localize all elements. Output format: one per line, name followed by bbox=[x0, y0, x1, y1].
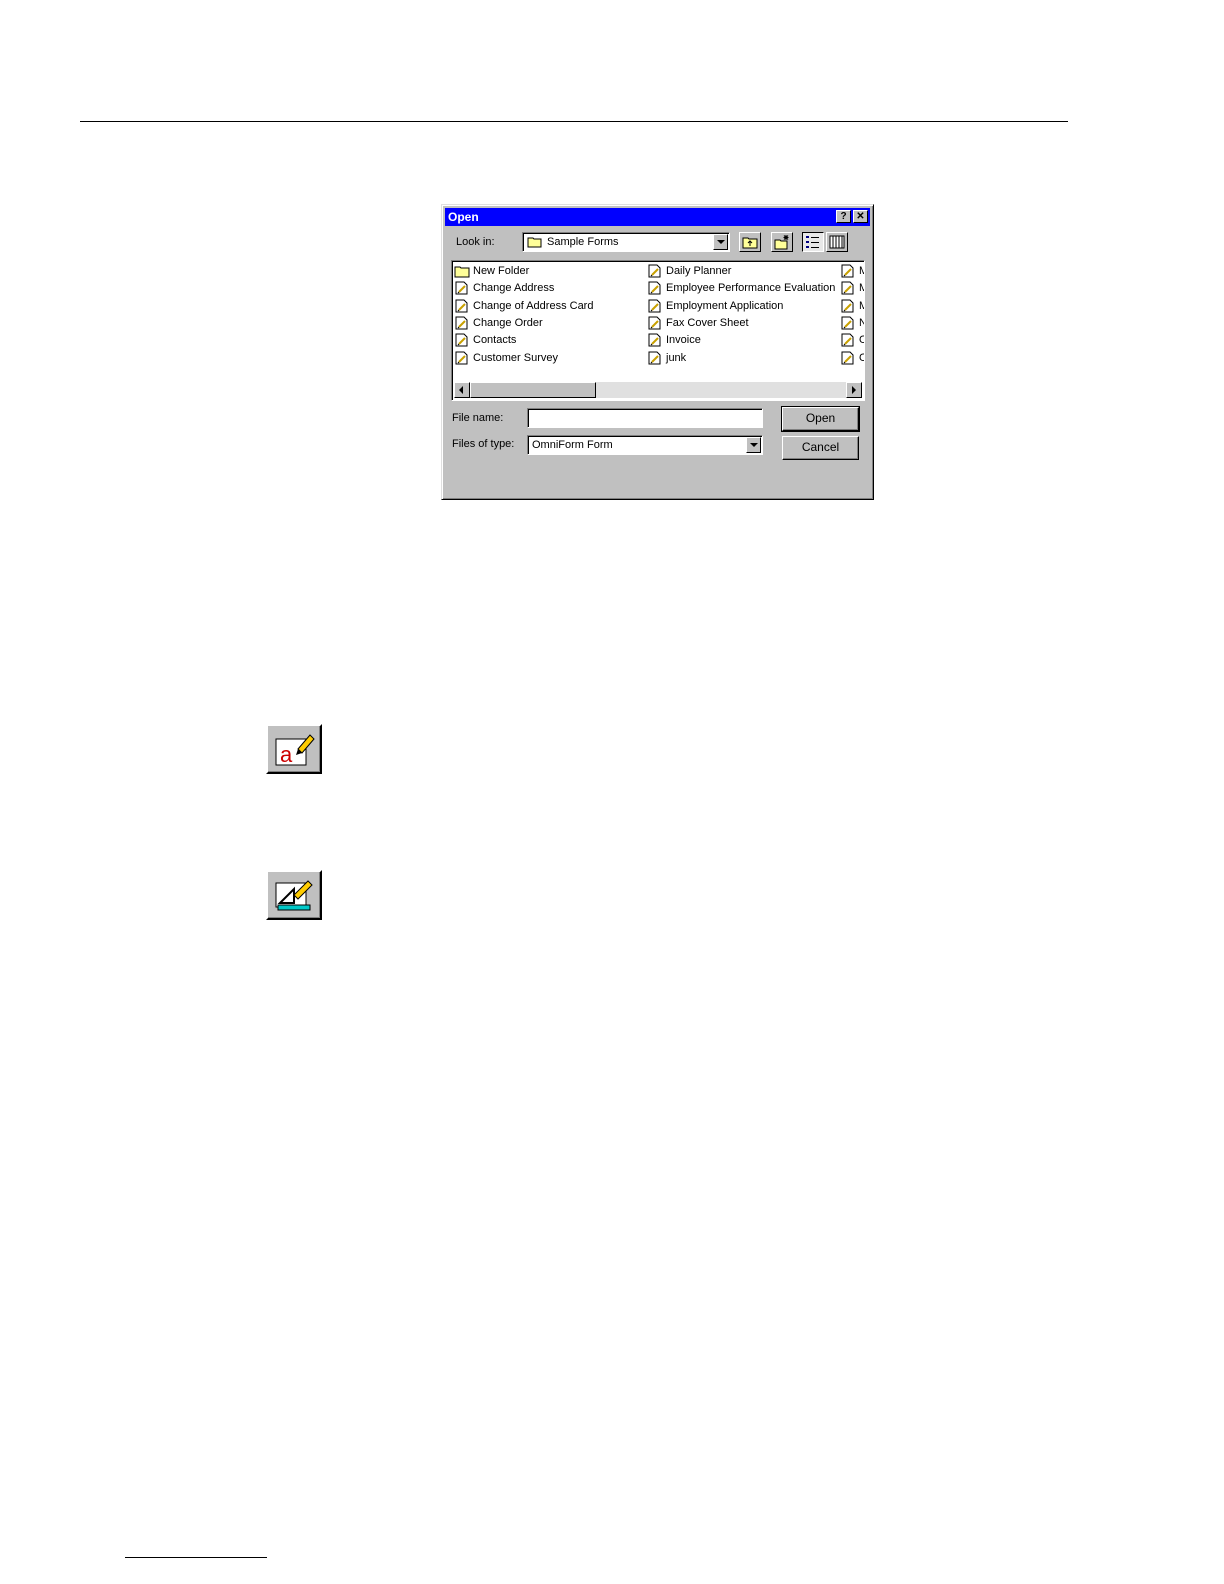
form-document-icon bbox=[648, 351, 661, 364]
form-document-icon bbox=[841, 264, 854, 278]
form-document-icon bbox=[841, 299, 854, 313]
help-button[interactable]: ? bbox=[836, 210, 851, 223]
form-document-icon bbox=[455, 281, 468, 295]
look-in-value: Sample Forms bbox=[547, 236, 619, 248]
bottom-rule bbox=[125, 1557, 267, 1558]
file-name-field[interactable] bbox=[527, 408, 763, 428]
new-folder-button[interactable] bbox=[771, 232, 793, 252]
text-edit-icon: a bbox=[275, 734, 315, 767]
details-view-icon bbox=[829, 235, 845, 249]
file-list[interactable]: New Folder Change Address Change of Addres… bbox=[451, 260, 865, 401]
files-of-type-value: OmniForm Form bbox=[532, 439, 613, 451]
file-name: Employee Performance Evaluation bbox=[666, 282, 836, 295]
folder-icon bbox=[454, 266, 470, 278]
file-name: Contacts bbox=[473, 334, 517, 347]
file-name: O bbox=[859, 350, 864, 366]
file-name: Employment Application bbox=[666, 299, 784, 312]
new-folder-icon bbox=[774, 235, 789, 250]
file-name: Fax Cover Sheet bbox=[666, 316, 749, 329]
details-view-button[interactable] bbox=[826, 232, 848, 252]
open-button[interactable]: Open bbox=[781, 406, 860, 432]
files-of-type-select[interactable]: OmniForm Form bbox=[527, 435, 763, 455]
file-name: Customer Survey bbox=[473, 351, 558, 364]
chevron-down-icon[interactable] bbox=[713, 234, 728, 250]
file-name: M bbox=[859, 280, 864, 296]
svg-text:a: a bbox=[280, 742, 293, 767]
folder-icon bbox=[527, 237, 542, 248]
horizontal-scrollbar[interactable] bbox=[454, 382, 862, 398]
title-bar: Open ? ✕ bbox=[445, 208, 870, 226]
file-name: junk bbox=[666, 351, 687, 364]
scroll-right-icon[interactable] bbox=[846, 382, 862, 398]
file-name-label: File name: bbox=[452, 412, 504, 424]
look-in-label: Look in: bbox=[456, 236, 495, 248]
up-folder-button[interactable] bbox=[739, 232, 761, 252]
form-document-icon bbox=[648, 333, 661, 347]
file-name: Daily Planner bbox=[666, 265, 732, 277]
dialog-title: Open bbox=[448, 210, 479, 224]
form-document-icon bbox=[841, 351, 854, 364]
draw-form-button bbox=[266, 870, 322, 920]
form-document-icon bbox=[648, 281, 661, 295]
form-document-icon bbox=[841, 333, 854, 347]
form-document-icon bbox=[841, 316, 854, 330]
cancel-button[interactable]: Cancel bbox=[782, 436, 859, 460]
chevron-down-icon[interactable] bbox=[746, 437, 761, 453]
text-edit-button: a bbox=[266, 724, 322, 774]
form-document-icon bbox=[648, 316, 661, 330]
form-document-icon bbox=[455, 333, 468, 347]
form-document-icon bbox=[841, 281, 854, 295]
file-name: M bbox=[859, 263, 864, 279]
form-document-icon bbox=[648, 299, 661, 313]
open-dialog: Open ? ✕ Look in: Sample Forms New Folde… bbox=[441, 204, 874, 500]
draw-form-icon bbox=[275, 880, 313, 911]
form-document-icon bbox=[455, 316, 468, 330]
look-in-select[interactable]: Sample Forms bbox=[522, 232, 730, 252]
top-rule bbox=[80, 121, 1068, 122]
form-document-icon bbox=[455, 351, 468, 364]
list-view-icon bbox=[806, 236, 819, 248]
scroll-left-icon[interactable] bbox=[454, 382, 470, 398]
file-name: N bbox=[859, 315, 864, 331]
file-name: M bbox=[859, 298, 864, 314]
file-name: Change Address bbox=[473, 282, 555, 295]
form-document-icon bbox=[648, 264, 661, 278]
close-button[interactable]: ✕ bbox=[853, 210, 868, 223]
list-view-button[interactable] bbox=[802, 232, 824, 252]
file-name: O bbox=[859, 332, 864, 348]
form-document-icon bbox=[455, 299, 468, 313]
file-name: New Folder bbox=[473, 265, 530, 277]
scroll-thumb[interactable] bbox=[470, 382, 596, 398]
files-of-type-label: Files of type: bbox=[452, 438, 515, 450]
file-name: Invoice bbox=[666, 334, 701, 347]
file-name: Change of Address Card bbox=[473, 299, 594, 312]
up-folder-icon bbox=[742, 237, 758, 249]
file-name: Change Order bbox=[473, 316, 543, 329]
